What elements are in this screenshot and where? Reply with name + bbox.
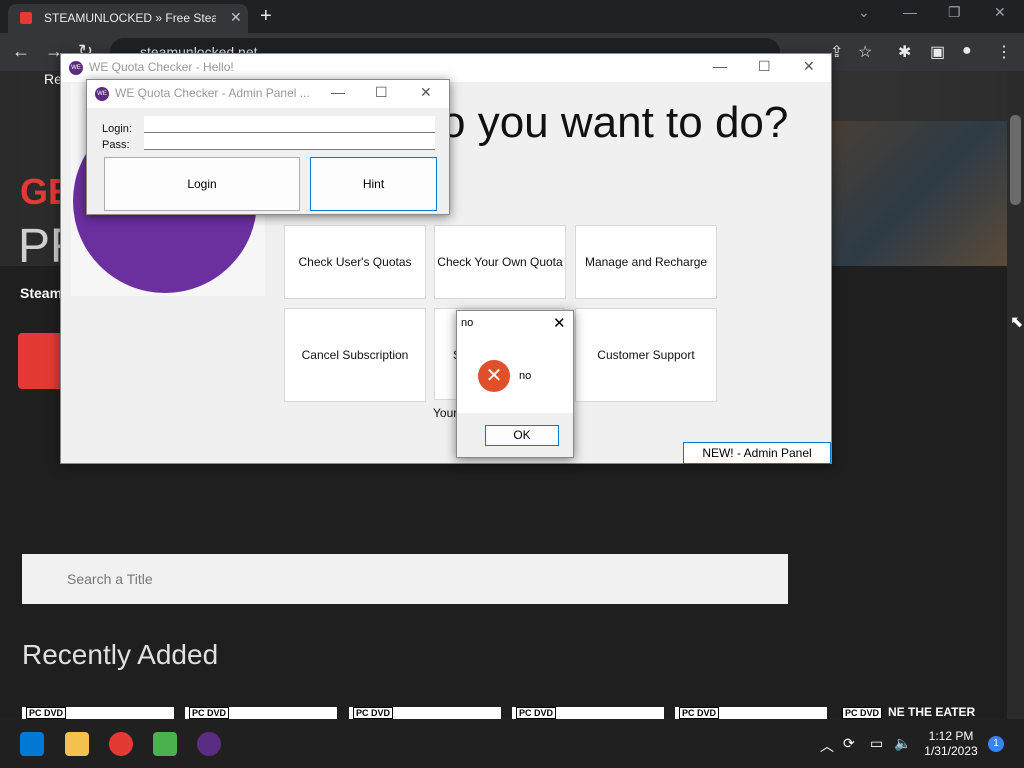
clock-date: 1/31/2023 — [924, 744, 978, 758]
window-minimize-button[interactable]: — — [903, 4, 917, 20]
error-x-icon: ✕ — [478, 360, 510, 392]
file-explorer-icon[interactable] — [65, 732, 89, 756]
search-placeholder: Search a Title — [67, 571, 153, 587]
hero-red-button[interactable] — [18, 333, 60, 389]
tray-overflow-chevron-icon[interactable]: ︿ — [820, 736, 834, 756]
your-label: Your — [433, 406, 458, 420]
login-field[interactable] — [144, 116, 435, 133]
clock-time: 1:12 PM — [928, 729, 974, 743]
we-app-icon: WE — [69, 61, 83, 75]
check-own-quota-button[interactable]: Check Your Own Quota — [434, 225, 566, 299]
pass-label: Pass: — [102, 139, 130, 151]
games-collage-image — [830, 121, 1007, 266]
message-box-close-icon[interactable]: ✕ — [553, 314, 566, 332]
login-label: Login: — [102, 123, 132, 135]
error-message-box: no ✕ ✕ no OK — [456, 310, 574, 458]
game-thumbnail[interactable]: PC DVD — [512, 707, 664, 719]
network-icon[interactable]: ▭ — [870, 735, 883, 752]
mouse-cursor-icon: ⬉ — [1010, 314, 1024, 331]
window-close-button[interactable]: ✕ — [994, 4, 1006, 21]
taskbar-clock[interactable]: 1:12 PM 1/31/2023 — [920, 729, 982, 759]
volume-icon[interactable]: 🔈 — [894, 735, 911, 752]
main-question-heading: o you want to do? — [441, 98, 789, 147]
message-box-title: no — [461, 317, 474, 329]
login-button[interactable]: Login — [104, 157, 300, 211]
message-box-footer: OK — [457, 413, 573, 457]
profile-avatar-icon[interactable]: ● — [962, 42, 972, 60]
admin-maximize-icon[interactable]: ☐ — [375, 84, 388, 101]
recently-added-heading: Recently Added — [22, 639, 219, 670]
menu-kebab-icon[interactable]: ⋮ — [996, 42, 1012, 62]
share-icon[interactable]: ⇪ — [830, 42, 843, 62]
hint-button[interactable]: Hint — [310, 157, 437, 211]
admin-minimize-icon[interactable]: — — [331, 84, 345, 100]
tab-close-icon[interactable]: ✕ — [230, 9, 242, 26]
admin-close-icon[interactable]: ✕ — [420, 84, 432, 101]
browser-tab[interactable]: STEAMUNLOCKED » Free Steam G ✕ — [8, 4, 248, 33]
main-window-title: WE Quota Checker - Hello! — [89, 60, 234, 74]
admin-window-titlebar[interactable]: WE WE Quota Checker - Admin Panel ... — … — [87, 80, 449, 108]
we-app-icon: WE — [95, 87, 109, 101]
scrollbar-thumb[interactable] — [1010, 115, 1021, 205]
main-maximize-icon[interactable]: ☐ — [758, 58, 771, 75]
tab-search-icon[interactable]: ⌄ — [858, 4, 870, 21]
ok-button[interactable]: OK — [485, 425, 559, 446]
main-window-titlebar[interactable]: WE WE Quota Checker - Hello! — ☐ ✕ — [61, 54, 831, 82]
admin-panel-window: WE WE Quota Checker - Admin Panel ... — … — [86, 79, 450, 215]
extensions-icon[interactable]: ✱ — [898, 42, 911, 62]
game-thumbnail[interactable]: PC DVD — [349, 707, 501, 719]
notification-badge[interactable]: 1 — [988, 736, 1004, 752]
search-input[interactable]: Search a Title — [22, 554, 788, 604]
tab-title: STEAMUNLOCKED » Free Steam G — [44, 11, 216, 25]
we-quota-checker-taskbar-icon[interactable] — [197, 732, 221, 756]
game-thumbnail[interactable]: PC DVD — [185, 707, 337, 719]
bookmark-star-icon[interactable]: ☆ — [858, 42, 872, 62]
main-minimize-icon[interactable]: — — [713, 58, 727, 74]
sync-icon[interactable]: ⟳ — [843, 735, 855, 752]
manage-recharge-button[interactable]: Manage and Recharge — [575, 225, 717, 299]
new-tab-button[interactable]: + — [260, 5, 272, 28]
side-panel-icon[interactable]: ▣ — [930, 42, 945, 62]
game-thumbnail[interactable]: PC DVD NE THE EATER — [838, 705, 998, 719]
window-restore-button[interactable]: ❐ — [948, 4, 961, 21]
chrome-icon[interactable] — [109, 732, 133, 756]
main-close-icon[interactable]: ✕ — [803, 58, 815, 75]
microsoft-store-icon[interactable] — [153, 732, 177, 756]
game-thumbnail[interactable]: PC DVD — [22, 707, 174, 719]
back-arrow-icon[interactable]: ← — [12, 41, 30, 62]
check-users-quotas-button[interactable]: Check User's Quotas — [284, 225, 426, 299]
message-box-text: no — [519, 370, 532, 382]
customer-support-button[interactable]: Customer Support — [575, 308, 717, 402]
hero-text-steam: Steam — [20, 285, 63, 301]
password-field[interactable] — [144, 133, 435, 150]
game-thumbnail[interactable]: PC DVD — [675, 707, 827, 719]
admin-window-title: WE Quota Checker - Admin Panel ... — [115, 86, 310, 100]
cancel-subscription-button[interactable]: Cancel Subscription — [284, 308, 426, 402]
start-windows-icon[interactable] — [20, 732, 44, 756]
new-admin-panel-button[interactable]: NEW! - Admin Panel — [683, 442, 831, 464]
site-favicon-icon — [20, 12, 32, 24]
